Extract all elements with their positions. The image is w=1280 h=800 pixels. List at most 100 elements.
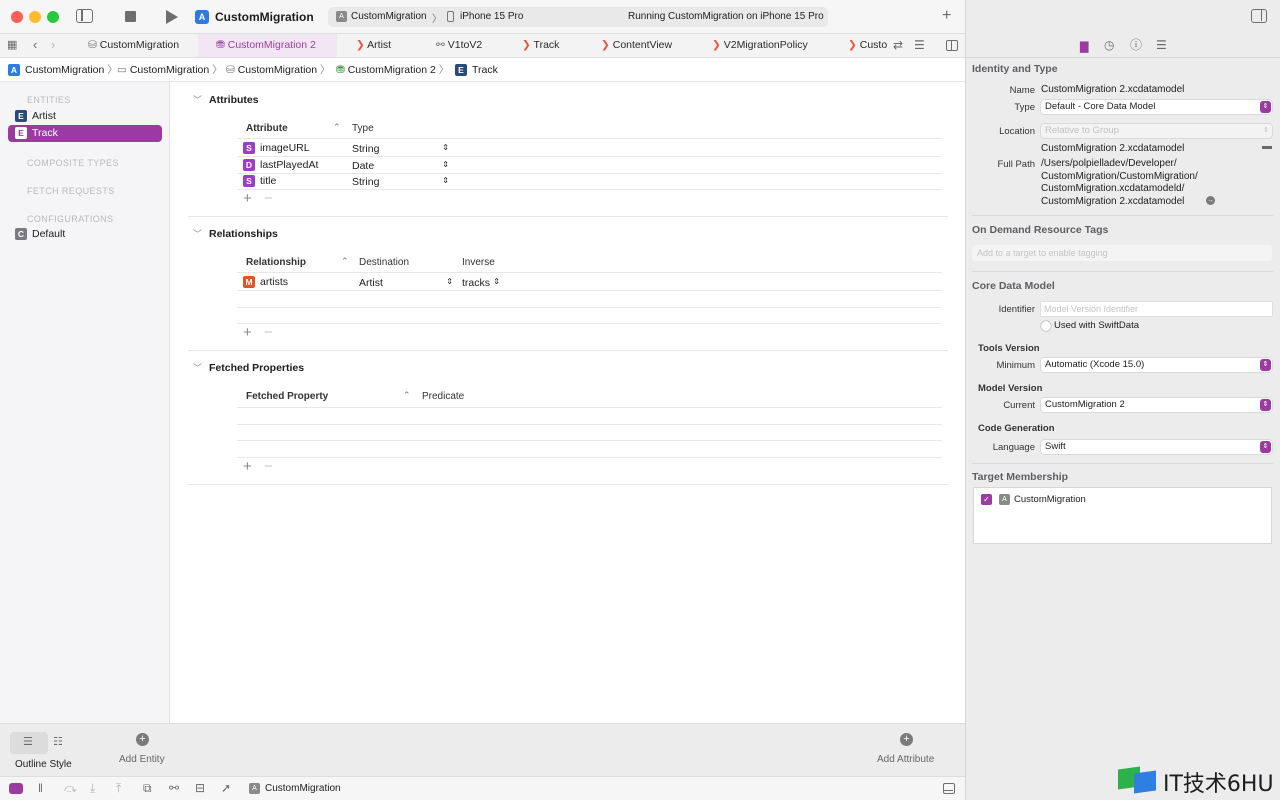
grid-icon[interactable]: ▦ [7,40,17,51]
sort-up-icon[interactable]: ⌃ [333,122,341,133]
add-attribute-plus-button[interactable]: + [243,190,252,207]
breakpoints-toggle-icon[interactable] [9,783,23,794]
add-attribute-button[interactable]: Add Attribute [877,754,934,765]
graph-style-icon[interactable]: ☷ [53,737,63,748]
add-icon[interactable]: + [942,8,951,24]
inverse-popup[interactable]: tracks ⇕ [462,277,500,289]
file-inspector-icon[interactable]: ▇ [1080,40,1088,53]
step-out-icon[interactable]: ⤒ [116,782,121,794]
type-popup[interactable]: Date ⇕ [352,160,449,172]
sort-up-icon[interactable]: ⌃ [403,390,411,401]
minimize-window-button[interactable] [29,11,41,23]
swiftdata-checkbox[interactable] [1041,321,1051,331]
location-icon[interactable]: ➚ [221,782,231,794]
remove-attribute-minus-button[interactable]: − [264,190,273,207]
memory-graph-icon[interactable]: ⚯ [169,782,179,794]
app-icon: A [999,494,1010,505]
navigator-toggle-icon[interactable] [76,9,93,23]
zoom-window-button[interactable] [47,11,59,23]
disclosure-chevron-icon[interactable]: ﹀ [193,361,202,374]
breadcrumb-item-folder[interactable]: ▭ CustomMigration 〉 [117,58,223,82]
forward-chevron-icon[interactable]: › [51,38,55,51]
view-hierarchy-icon[interactable]: ⧉ [143,782,152,794]
scheme-target[interactable]: CustomMigration [351,11,427,22]
column-header-predicate[interactable]: Predicate [422,391,464,402]
breadcrumb-item-model[interactable]: ⛁ CustomMigration 〉 [226,58,331,82]
column-header-relationship[interactable]: Relationship [246,257,306,268]
environment-overrides-icon[interactable]: ⊟ [195,782,205,794]
remove-relationship-minus-button[interactable]: − [264,324,273,341]
attribute-row-title[interactable]: Stitle [243,175,276,188]
scheme-activity-bar[interactable]: A CustomMigration 〉 iPhone 15 Pro Runnin… [328,7,828,27]
reveal-arrow-icon[interactable]: → [1206,196,1215,205]
tab-track[interactable]: ❯ Track [505,34,589,57]
add-entity-button[interactable]: Add Entity [119,754,165,765]
breadcrumb-item-version[interactable]: ⛃ CustomMigration 2 〉 [336,58,449,82]
tab-custommigration[interactable]: ⛁ CustomMigration [72,34,198,57]
type-popup-button[interactable]: Default - Core Data Model ⇕ [1041,100,1272,114]
relationship-row-artists[interactable]: Martists [243,276,288,289]
add-fetched-property-plus-button[interactable]: + [243,458,252,475]
sort-up-icon[interactable]: ⌃ [341,256,349,267]
entity-icon: E [15,110,27,123]
scheme-app-icon: A [336,11,347,22]
split-editor-icon[interactable] [946,40,958,51]
help-icon[interactable]: ⓘ [1130,39,1142,51]
attribute-row-lastplayedat[interactable]: DlastPlayedAt [243,159,318,172]
editor-options-icon[interactable]: ☰ [914,39,925,51]
destination-popup[interactable]: Artist ⇕ [359,277,453,289]
add-entity-icon[interactable]: + [136,733,149,746]
inspector-toggle-icon[interactable] [1251,9,1267,23]
entity-item-artist[interactable]: E Artist [8,108,162,125]
add-attribute-icon[interactable]: + [900,733,913,746]
name-value[interactable]: CustomMigration 2.xcdatamodel [1041,84,1184,95]
configuration-icon: C [15,228,27,241]
type-popup[interactable]: String ⇕ [352,176,449,188]
column-header-fetched-property[interactable]: Fetched Property [246,391,328,402]
step-over-icon[interactable]: ⤼ [64,782,77,794]
stop-icon[interactable] [125,11,136,22]
add-relationship-plus-button[interactable]: + [243,324,252,341]
minimum-tools-version-popup[interactable]: Automatic (Xcode 15.0) ⇕ [1041,358,1272,372]
folder-icon[interactable]: ▬ [1262,142,1272,152]
configuration-item-default[interactable]: C Default [8,226,162,243]
pause-icon[interactable]: ‖ [38,782,43,794]
column-header-inverse[interactable]: Inverse [462,257,495,268]
odr-tags-field[interactable]: Add to a target to enable tagging [972,245,1272,261]
disclosure-chevron-icon[interactable]: ﹀ [193,227,202,240]
breadcrumb-item-project[interactable]: A CustomMigration 〉 [8,58,118,82]
debug-area-toggle-icon[interactable] [943,783,955,794]
history-icon[interactable]: ◷ [1104,39,1114,51]
data-model-inspector-icon[interactable]: ☰ [1156,39,1167,51]
watermark-text: IT技术6HU [1163,772,1274,797]
tab-custommigration-2[interactable]: ⛃ CustomMigration 2 [198,34,337,57]
disclosure-chevron-icon[interactable]: ﹀ [193,93,202,106]
tab-v2migrationpolicy[interactable]: ❯ V2MigrationPolicy [694,34,834,57]
step-into-icon[interactable]: ⤓ [90,782,95,794]
type-popup[interactable]: String ⇕ [352,143,449,155]
column-header-attribute[interactable]: Attribute [246,123,288,134]
run-icon[interactable] [166,10,178,24]
entity-item-track[interactable]: E Track [8,125,162,142]
current-model-version-popup[interactable]: CustomMigration 2 ⇕ [1041,398,1272,412]
scheme-device[interactable]: iPhone 15 Pro [460,11,523,22]
tab-v1tov2[interactable]: ⚯ V1toV2 [421,34,505,57]
tab-artist[interactable]: ❯ Artist [337,34,421,57]
codegen-language-popup[interactable]: Swift ⇕ [1041,440,1272,454]
breadcrumb-item-entity[interactable]: E Track [455,58,498,82]
outline-style-table-button[interactable]: ☰ [10,732,48,754]
column-header-destination[interactable]: Destination [359,257,409,268]
back-chevron-icon[interactable]: ‹ [33,38,37,51]
inspector-tab-bar: ▇ ◷ ⓘ ☰ [966,34,1280,58]
tab-contentview[interactable]: ❯ ContentView [589,34,694,57]
close-window-button[interactable] [11,11,23,23]
location-popup-button[interactable]: Relative to Group ⇕ [1041,124,1272,138]
debug-target-label[interactable]: CustomMigration [265,783,341,794]
tab-overflow[interactable]: ❯ Custo [834,34,888,57]
model-identifier-input[interactable]: Model Version Identifier [1041,302,1272,316]
swap-arrows-icon[interactable]: ⇄ [893,39,903,51]
remove-fetched-property-minus-button[interactable]: − [264,458,273,475]
target-checkbox[interactable]: ✓ [981,494,992,505]
attribute-row-imageurl[interactable]: SimageURL [243,142,310,155]
column-header-type[interactable]: Type [352,123,374,134]
